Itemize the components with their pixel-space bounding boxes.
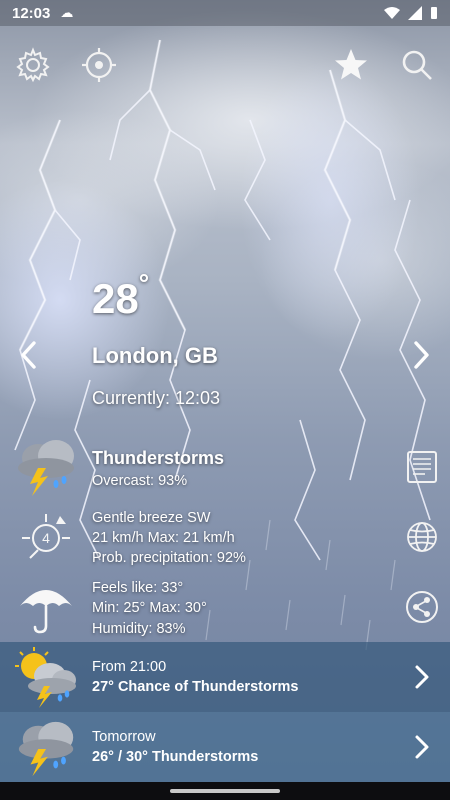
umbrella-icon [20,590,72,634]
system-navigation-bar [0,782,450,800]
partly-sunny-thunderstorm-icon [15,647,76,708]
wind-title: Gentle breeze SW [92,510,211,526]
forecast-summary: 27° Chance of Thunderstorms [92,679,299,695]
document-icon[interactable] [405,450,439,484]
status-bar: 12:03 ☁ [0,0,450,26]
status-time: 12:03 [12,4,51,22]
next-location-arrow-icon[interactable] [406,338,436,372]
wind-direction-icon: 4 [22,514,70,559]
wifi-icon [384,7,400,19]
gear-icon[interactable] [14,46,52,84]
forecast-row-tomorrow[interactable]: Tomorrow 26° / 30° Thunderstorms [0,712,450,782]
previous-location-arrow-icon[interactable] [14,338,44,372]
temperature-degree: ° [138,268,150,298]
wind-speed: 21 km/h Max: 21 km/h [92,530,235,546]
wind-beaufort-value: 4 [42,530,50,546]
forecast-time: Tomorrow [92,729,156,745]
battery-icon [431,7,437,19]
thunderstorm-icon [18,440,74,496]
signal-icon [408,6,422,20]
chevron-right-icon[interactable] [408,734,434,760]
star-icon[interactable] [332,46,370,84]
crosshair-icon[interactable] [80,46,118,84]
temperature-value: 28 [92,275,139,322]
forecast-summary: 26° / 30° Thunderstorms [92,749,259,765]
current-time: Currently: 12:03 [92,388,221,408]
overcast-text: Overcast: 93% [92,473,188,489]
humidity: Humidity: 83% [92,621,186,637]
condition-title: Thunderstorms [92,448,225,468]
feels-like: Feels like: 33° [92,580,184,596]
min-max-temperature: Min: 25° Max: 30° [92,600,207,616]
share-icon[interactable] [405,590,439,624]
chevron-right-icon[interactable] [408,664,434,690]
forecast-time: From 21:00 [92,659,167,675]
home-gesture-handle[interactable] [170,789,280,793]
city-name: London, GB [92,343,218,368]
current-temperature: 28° [92,268,149,323]
globe-icon[interactable] [405,520,439,554]
forecast-row-tonight[interactable]: From 21:00 27° Chance of Thunderstorms [0,642,450,712]
thunderstorm-icon [18,721,74,777]
notification-icon: ☁ [60,5,74,20]
search-icon[interactable] [398,46,436,84]
precipitation-probability: Prob. precipitation: 92% [92,550,246,566]
